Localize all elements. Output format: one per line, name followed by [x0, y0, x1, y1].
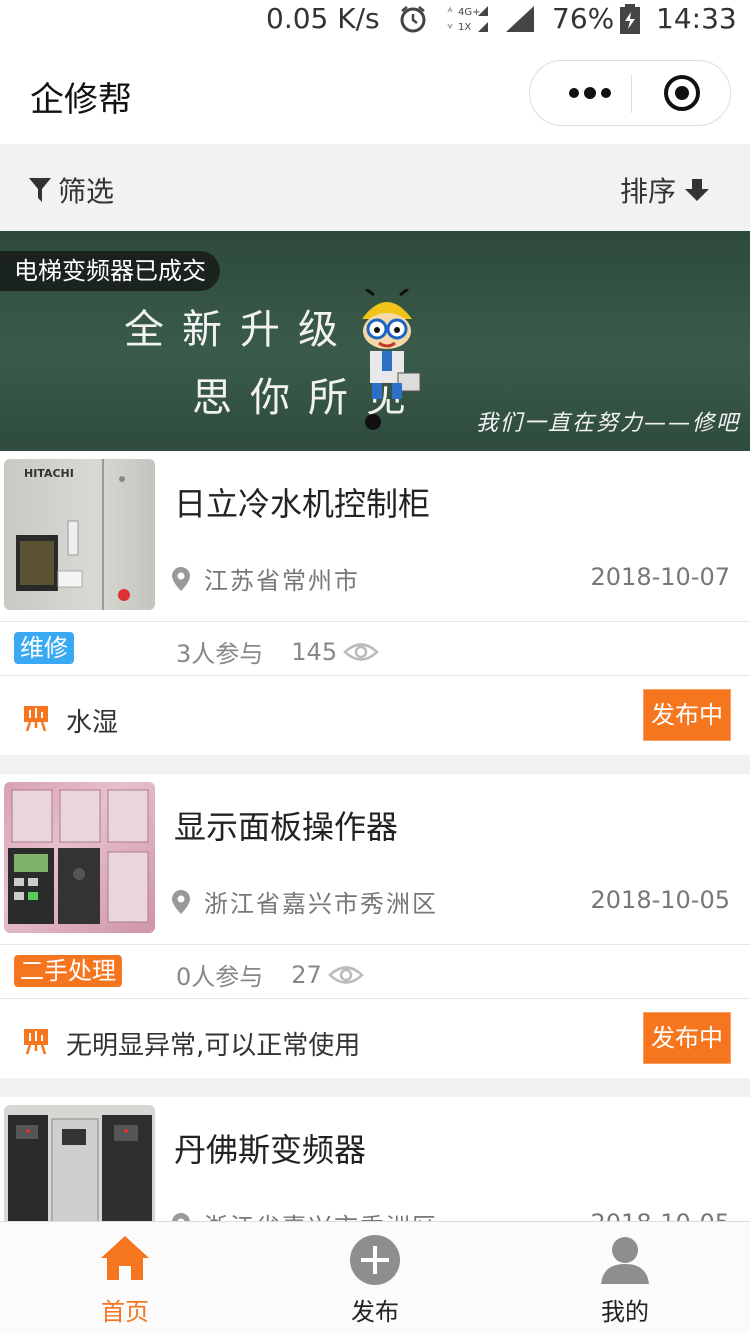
- item-date: 2018-10-05: [590, 886, 730, 914]
- eye-icon: [343, 642, 379, 661]
- filter-button[interactable]: 筛选: [28, 170, 114, 210]
- home-icon: [101, 1236, 149, 1280]
- item-location-text: 浙江省嘉兴市秀洲区: [204, 890, 438, 918]
- network-type-bottom: 1X: [458, 22, 471, 33]
- banner-notice: 电梯变频器已成交: [0, 251, 220, 291]
- item-category-tag: 维修: [14, 632, 74, 664]
- item-stats: 0人参与 27: [176, 957, 364, 992]
- network-type-icon: 4G+ 1X: [447, 6, 488, 33]
- status-bar: 0.05 K/s 4G+ 1X 76% 14:33: [0, 0, 750, 38]
- eye-icon: [327, 965, 364, 984]
- banner-slogan: 我们一直在努力——修吧: [476, 411, 741, 436]
- item-location: 江苏省常州市: [172, 561, 360, 596]
- item-views: 27: [291, 960, 322, 989]
- item-title: 丹佛斯变频器: [174, 1131, 367, 1169]
- sort-button[interactable]: 排序: [620, 170, 710, 210]
- filter-label: 筛选: [58, 175, 115, 208]
- item-participants: 0人参与: [176, 963, 264, 991]
- funnel-icon: [29, 178, 51, 202]
- item-date: 2018-10-05: [591, 1209, 730, 1221]
- network-speed: 0.05 K/s: [266, 2, 380, 35]
- signal-icon: [506, 6, 534, 32]
- tab-publish[interactable]: 发布: [250, 1222, 500, 1334]
- item-thumbnail: [4, 782, 155, 933]
- mini-program-capsule: [529, 60, 731, 126]
- item-title: 显示面板操作器: [174, 808, 399, 846]
- item-category-tag: 二手处理: [14, 955, 122, 987]
- list-item[interactable]: 显示面板操作器 浙江省嘉兴市秀洲区 2018-10-05 二手处理 0人参与 2…: [0, 774, 750, 1078]
- publish-status-button[interactable]: 发布中: [643, 1012, 731, 1064]
- list-item[interactable]: HITACHI 日立冷水机控制柜 江苏省常州市 2018-10-07 维修 3人…: [0, 451, 750, 755]
- capsule-divider: [631, 75, 632, 113]
- tab-label: 发布: [351, 1298, 399, 1326]
- tab-label: 首页: [101, 1298, 149, 1326]
- thumb-brand-text: HITACHI: [24, 467, 74, 480]
- list-item[interactable]: 丹佛斯变频器 浙江省嘉兴市秀洲区 2018-10-05: [0, 1097, 750, 1221]
- tab-mine[interactable]: 我的: [500, 1222, 750, 1334]
- banner-carousel[interactable]: 电梯变频器已成交 全新升级 思你所见 我们一直在努力——修吧: [0, 231, 750, 451]
- item-views: 145: [291, 637, 338, 666]
- tab-label: 我的: [601, 1298, 649, 1326]
- battery-percent: 76%: [552, 2, 615, 35]
- publish-status-button[interactable]: 发布中: [643, 689, 731, 741]
- location-pin-icon: [172, 566, 190, 591]
- arrow-down-icon: [685, 179, 709, 201]
- item-location-text: 江苏省常州市: [204, 567, 360, 595]
- item-stats: 3人参与 145: [176, 634, 379, 669]
- tab-home[interactable]: 首页: [0, 1222, 250, 1334]
- mascot-image: [362, 289, 421, 399]
- filter-bar: 筛选 排序: [0, 144, 750, 231]
- location-pin-icon: [172, 889, 190, 914]
- item-thumbnail: HITACHI: [4, 459, 155, 610]
- page-title: 企修帮: [30, 80, 132, 120]
- battery-charging-icon: [620, 4, 640, 34]
- item-thumbnail: [4, 1105, 155, 1221]
- item-date: 2018-10-07: [590, 563, 730, 591]
- location-pin-icon: [172, 1212, 190, 1221]
- item-location: 浙江省嘉兴市秀洲区: [172, 884, 438, 919]
- navigation-bar: 企修帮: [0, 38, 750, 144]
- network-type-top: 4G+: [458, 7, 481, 18]
- item-location-text: 浙江省嘉兴市秀洲区: [204, 1207, 438, 1221]
- alarm-icon: [400, 6, 426, 33]
- item-remark: 水湿: [66, 708, 119, 738]
- clock: 14:33: [656, 2, 737, 35]
- item-location: 浙江省嘉兴市秀洲区: [172, 1207, 438, 1221]
- remark-icon: [24, 706, 48, 732]
- item-remark: 无明显异常,可以正常使用: [66, 1031, 361, 1061]
- banner-headline-1: 全新升级: [124, 307, 356, 353]
- item-participants: 3人参与: [176, 640, 264, 668]
- item-title: 日立冷水机控制柜: [174, 485, 431, 523]
- carousel-indicator-dot[interactable]: [365, 414, 381, 430]
- sort-label: 排序: [619, 175, 676, 208]
- target-close-icon[interactable]: [652, 61, 732, 125]
- user-icon: [601, 1237, 649, 1284]
- more-dots-icon[interactable]: [550, 61, 630, 125]
- tab-bar: 首页 发布 我的: [0, 1221, 750, 1334]
- remark-icon: [24, 1029, 48, 1055]
- plus-circle-icon: [350, 1235, 400, 1285]
